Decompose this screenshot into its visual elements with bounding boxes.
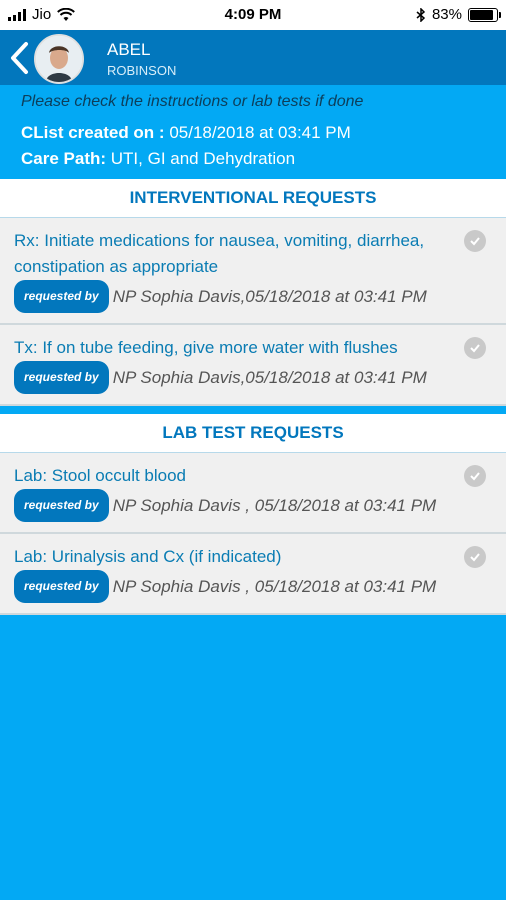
lab-title: Lab: Urinalysis and Cx (if indicated) xyxy=(14,547,282,566)
request-title: Tx: If on tube feeding, give more water … xyxy=(14,338,398,357)
request-meta: requested by NP Sophia Davis,05/18/2018 a… xyxy=(14,280,456,313)
instructions-hint: Please check the instructions or lab tes… xyxy=(21,93,364,110)
battery-percent: 83% xyxy=(431,6,462,23)
request-card: Tx: If on tube feeding, give more water … xyxy=(0,325,506,406)
requester-info: NP Sophia Davis , 05/18/2018 at 03:41 PM xyxy=(112,496,437,515)
avatar[interactable] xyxy=(34,34,84,84)
request-title: Rx: Initiate medications for nausea, vom… xyxy=(14,231,425,276)
lab-card: Lab: Urinalysis and Cx (if indicated) re… xyxy=(0,534,506,615)
patient-first-name: ABEL xyxy=(107,40,151,59)
carepath-value: UTI, GI and Dehydration xyxy=(110,149,296,168)
carepath-label: Care Path: xyxy=(21,149,107,168)
check-circle-icon[interactable] xyxy=(464,546,486,568)
bluetooth-icon xyxy=(416,7,426,22)
status-right: 83% xyxy=(416,6,501,23)
status-bar: Jio 4:09 PM 83% xyxy=(0,0,506,30)
requested-by-badge: requested by xyxy=(14,489,109,522)
lab-card: Lab: Stool occult blood requested by NP S… xyxy=(0,453,506,534)
lab-meta: requested by NP Sophia Davis , 05/18/2018… xyxy=(14,570,456,603)
created-value: 05/18/2018 at 03:41 PM xyxy=(169,123,351,142)
requested-by-badge: requested by xyxy=(14,570,109,603)
check-circle-icon[interactable] xyxy=(464,337,486,359)
interventional-requests-header: INTERVENTIONAL REQUESTS xyxy=(0,179,506,218)
request-meta: requested by NP Sophia Davis,05/18/2018 a… xyxy=(14,361,456,394)
app-header: ABEL ROBINSON xyxy=(0,30,506,85)
requested-by-badge: requested by xyxy=(14,361,109,394)
requester-info: NP Sophia Davis,05/18/2018 at 03:41 PM xyxy=(112,368,427,387)
lab-meta: requested by NP Sophia Davis , 05/18/2018… xyxy=(14,489,456,522)
back-chevron-icon[interactable] xyxy=(8,41,32,75)
requester-info: NP Sophia Davis,05/18/2018 at 03:41 PM xyxy=(112,287,427,306)
check-circle-icon[interactable] xyxy=(464,230,486,252)
created-row: CList created on : 05/18/2018 at 03:41 P… xyxy=(21,123,485,143)
requester-info: NP Sophia Davis , 05/18/2018 at 03:41 PM xyxy=(112,577,437,596)
requested-by-badge: requested by xyxy=(14,280,109,313)
avatar-photo xyxy=(36,36,82,82)
carepath-row: Care Path: UTI, GI and Dehydration xyxy=(21,149,485,169)
lab-title: Lab: Stool occult blood xyxy=(14,466,187,485)
checklist-info: Please check the instructions or lab tes… xyxy=(0,85,506,179)
request-card: Rx: Initiate medications for nausea, vom… xyxy=(0,218,506,325)
created-label: CList created on : xyxy=(21,123,165,142)
battery-icon xyxy=(468,7,501,22)
patient-last-name: ROBINSON xyxy=(107,63,177,78)
lab-test-requests-header: LAB TEST REQUESTS xyxy=(0,414,506,453)
check-circle-icon[interactable] xyxy=(464,465,486,487)
